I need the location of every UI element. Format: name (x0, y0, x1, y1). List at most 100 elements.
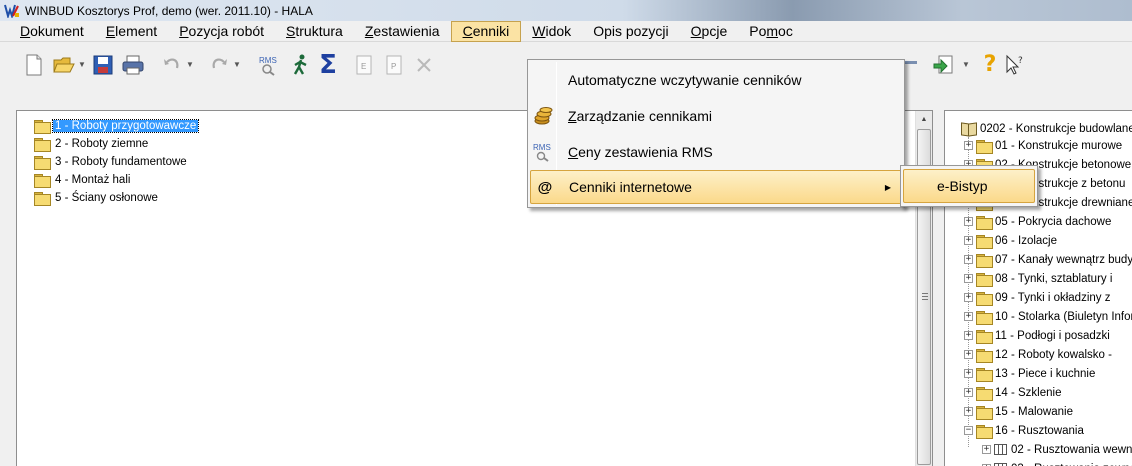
tree-item-label: 03 - Rusztowania zewnętrzne (1011, 463, 1132, 466)
expander-icon[interactable]: + (964, 331, 973, 340)
tree-item[interactable]: +11 - Podłogi i posadzki (964, 328, 1110, 344)
menu-pomoc[interactable]: Pomoc (738, 21, 804, 42)
expander-icon[interactable]: + (964, 350, 973, 359)
tree-item-label: 08 - Tynki, sztablatury i (995, 272, 1113, 285)
menu-pozycja-robót[interactable]: Pozycja robót (168, 21, 275, 42)
coins-icon (530, 99, 558, 133)
expander-icon[interactable]: + (964, 236, 973, 245)
menu-struktura[interactable]: Struktura (275, 21, 354, 42)
expander-icon[interactable]: + (964, 274, 973, 283)
expander-icon[interactable]: + (964, 388, 973, 397)
help-icon[interactable]: ? (978, 53, 1002, 77)
expander-icon[interactable]: + (964, 217, 973, 226)
menu-widok[interactable]: Widok (521, 21, 582, 42)
tree-item[interactable]: +10 - Stolarka (Biuletyn Informacyjny) (964, 309, 1132, 325)
tree-item-label: 5 - Ściany osłonowe (55, 191, 158, 204)
sigma-glyph: Σ (319, 50, 337, 80)
folder-icon (976, 253, 993, 268)
menu-item-rms-prices-label: Ceny zestawienia RMS (568, 144, 713, 160)
expander-icon[interactable]: + (964, 255, 973, 264)
expander-icon[interactable]: + (964, 407, 973, 416)
submenu-item-e-bistyp[interactable]: e-Bistyp (903, 169, 1035, 203)
tree-item[interactable]: +03 - Rusztowania zewnętrzne (982, 461, 1132, 466)
expander-icon[interactable]: + (964, 312, 973, 321)
menu-element[interactable]: Element (95, 21, 168, 42)
tree-item[interactable]: 2 - Roboty ziemne (34, 136, 150, 152)
walking-man-icon[interactable] (289, 53, 313, 77)
tree-item-label: 10 - Stolarka (Biuletyn Informacyjny) (995, 310, 1132, 323)
e-label: E (361, 62, 366, 71)
menu-dokument[interactable]: Dokument (0, 21, 95, 42)
online-pricelists-submenu: e-Bistyp (900, 165, 1038, 207)
context-help-icon[interactable]: ? (1003, 53, 1027, 77)
expander-icon[interactable]: + (964, 293, 973, 302)
context-help-glyph: ? (1018, 56, 1023, 66)
insert-e-icon[interactable]: E (352, 53, 376, 77)
tree-item[interactable]: +02 - Rusztowania wewnętrzne (982, 442, 1132, 457)
folder-icon (34, 155, 51, 170)
tree-item[interactable]: +12 - Roboty kowalsko - (964, 347, 1112, 363)
expander-icon[interactable]: − (964, 426, 973, 435)
tree-item[interactable]: +01 - Konstrukcje murowe (964, 138, 1122, 154)
dropdown-rms-label: RMS (533, 143, 551, 152)
folder-icon (34, 119, 51, 134)
rms-search-icon: RMS (530, 135, 558, 169)
tree-item-label: 07 - Kanały wewnątrz budynków (995, 253, 1132, 266)
menu-cenniki[interactable]: Cenniki (450, 20, 522, 42)
folder-icon (976, 367, 993, 382)
tree-item[interactable]: +15 - Malowanie (964, 404, 1073, 420)
folder-icon (976, 405, 993, 420)
insert-p-icon[interactable]: P (382, 53, 406, 77)
menu-item-rms-prices[interactable]: RMS Ceny zestawienia RMS (530, 135, 902, 169)
tree-item[interactable]: 4 - Montaż hali (34, 172, 132, 188)
redo-icon[interactable] (207, 53, 231, 77)
tree-item-label: 05 - Pokrycia dachowe (995, 215, 1112, 228)
tree-item-label: 06 - Izolacje (995, 234, 1058, 247)
tree-item[interactable]: 1 - Roboty przygotowawcze (34, 118, 200, 134)
tree-root[interactable]: 0202 - Konstrukcje budowlane (960, 121, 1132, 136)
right-tree-panel[interactable]: 0202 - Konstrukcje budowlane +01 - Konst… (944, 110, 1132, 466)
delete-icon[interactable] (412, 53, 436, 77)
new-document-icon[interactable] (22, 53, 46, 77)
folder-icon (976, 386, 993, 401)
folder-icon (976, 310, 993, 325)
window-title: WINBUD Kosztorys Prof, demo (wer. 2011.1… (25, 3, 313, 18)
menu-item-online-pricelists[interactable]: @ Cenniki internetowe ▶ (530, 170, 902, 204)
menu-item-online-pricelists-label: Cenniki internetowe (569, 179, 692, 195)
open-folder-icon[interactable] (52, 53, 76, 77)
save-icon[interactable] (91, 53, 115, 77)
menu-item-auto-load[interactable]: Automatyczne wczytywanie cenników (530, 63, 902, 97)
expander-icon[interactable]: + (964, 141, 973, 150)
folder-icon (34, 137, 51, 152)
tree-item[interactable]: +07 - Kanały wewnątrz budynków (964, 252, 1132, 268)
tree-item[interactable]: +14 - Szklenie (964, 385, 1061, 401)
tree-item[interactable]: +09 - Tynki i okładziny z (964, 290, 1110, 306)
menu-zestawienia[interactable]: Zestawienia (354, 21, 451, 42)
menu-bar: Dokument Element Pozycja robót Struktura Zes… (0, 20, 1132, 42)
p-label: P (391, 62, 396, 71)
expander-icon[interactable]: + (964, 369, 973, 378)
menu-item-manage-pricelists[interactable]: Zarządzanie cennikami (530, 99, 902, 133)
tree-item[interactable]: − 16 - Rusztowania (964, 423, 1084, 439)
menu-opcje[interactable]: Opcje (680, 21, 739, 42)
scroll-up-button[interactable]: ▲ (916, 111, 932, 128)
expander-icon[interactable]: + (982, 445, 991, 454)
at-glyph: @ (537, 178, 553, 196)
print-icon[interactable] (121, 53, 145, 77)
folder-icon (34, 173, 51, 188)
menu-opis-pozycji[interactable]: Opis pozycji (582, 21, 679, 42)
tree-item[interactable]: +05 - Pokrycia dachowe (964, 214, 1112, 230)
winbud-logo-icon (4, 4, 20, 18)
tree-item[interactable]: +06 - Izolacje (964, 233, 1058, 249)
undo-icon[interactable] (160, 53, 184, 77)
folder-icon (976, 215, 993, 230)
tree-item[interactable]: +08 - Tynki, sztablatury i (964, 271, 1113, 287)
rms-label: RMS (259, 56, 277, 65)
tree-item[interactable]: 5 - Ściany osłonowe (34, 190, 160, 206)
sigma-icon[interactable]: Σ (316, 50, 340, 80)
tree-item[interactable]: +13 - Piece i kuchnie (964, 366, 1095, 382)
tree-item[interactable]: 3 - Roboty fundamentowe (34, 154, 189, 170)
rms-icon[interactable]: RMS (258, 53, 282, 77)
tree-item-label: 2 - Roboty ziemne (55, 137, 149, 150)
export-icon[interactable] (932, 53, 956, 77)
